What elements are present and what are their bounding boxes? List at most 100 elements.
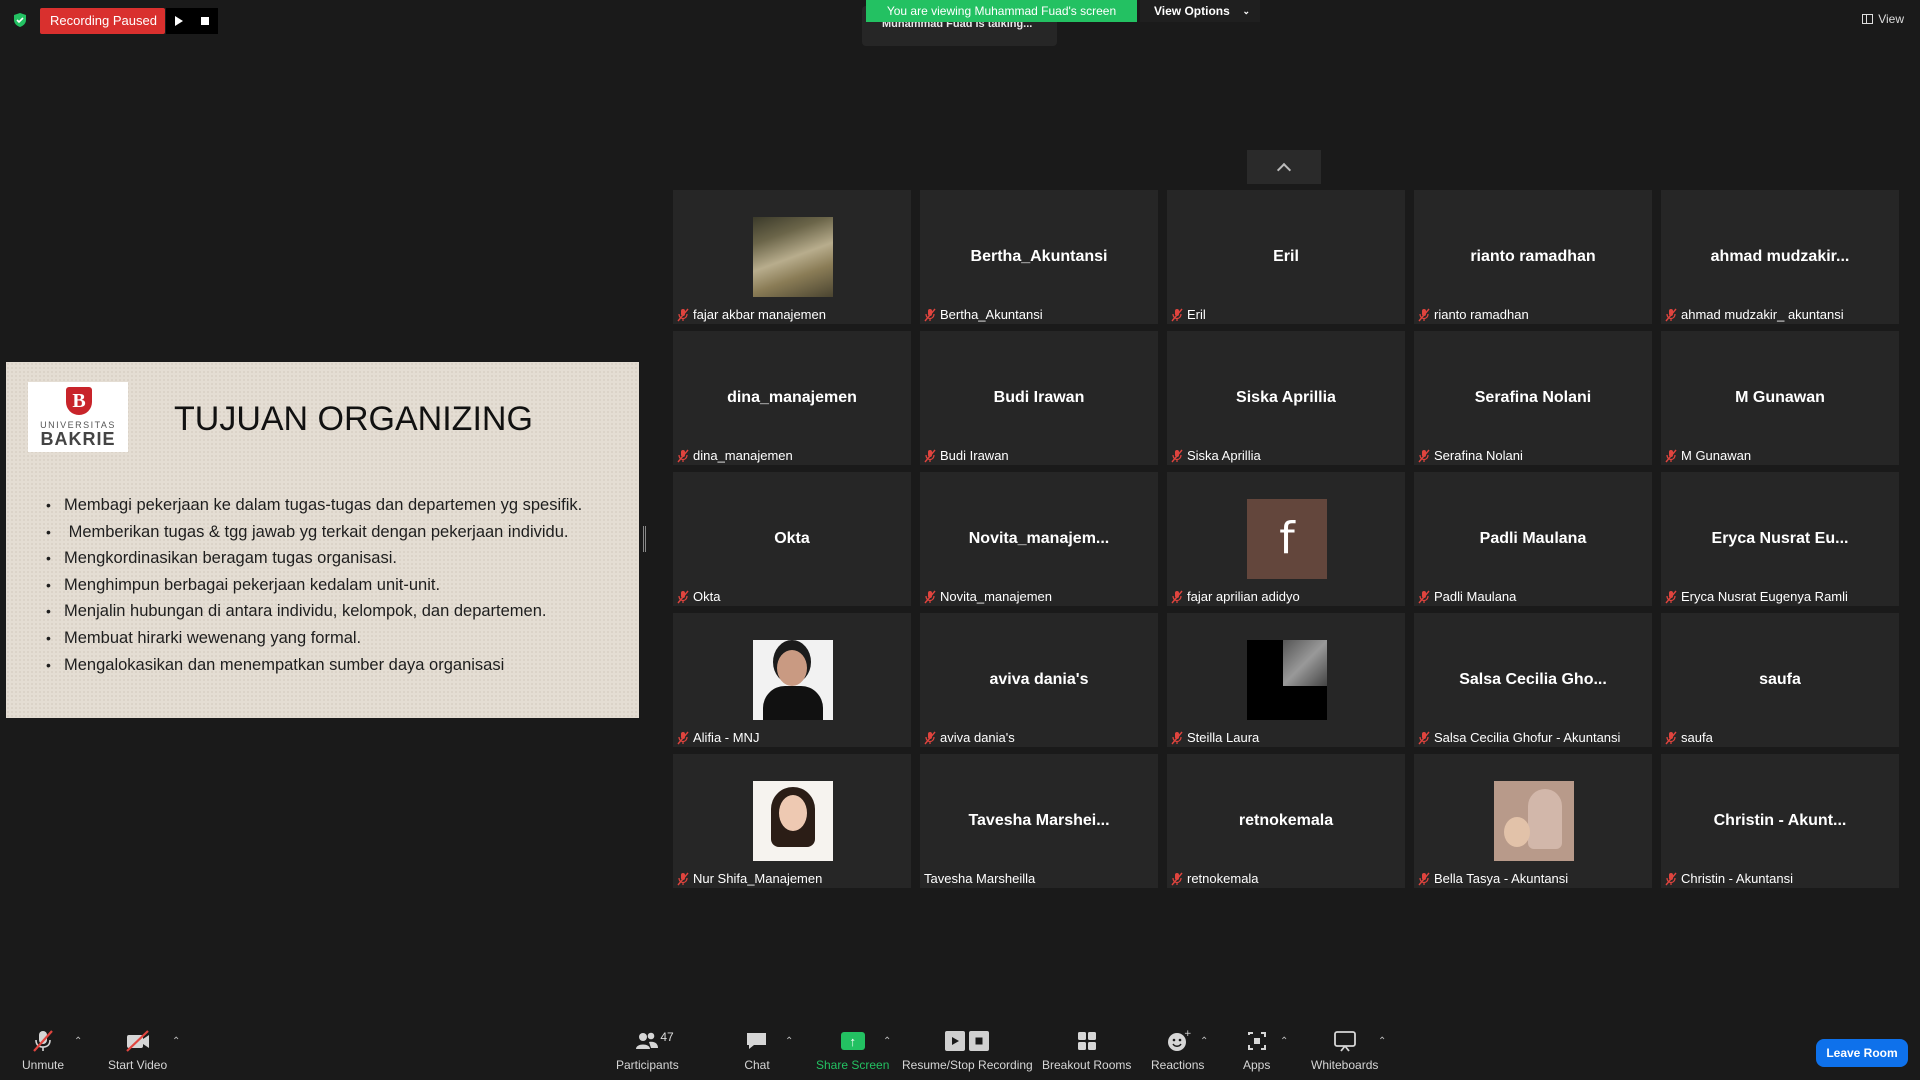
participant-tile[interactable]: dina_manajemen dina_manajemen [673, 331, 911, 465]
participant-tile[interactable]: ahmad mudzakir... ahmad mudzakir_ akuntan… [1661, 190, 1899, 324]
participant-name-label: Nur Shifa_Manajemen [677, 871, 822, 886]
muted-mic-icon [677, 731, 689, 744]
participant-label-text: Novita_manajemen [940, 589, 1053, 604]
muted-mic-icon [1171, 590, 1183, 603]
participant-label-text: Budi Irawan [940, 448, 1009, 463]
whiteboards-button[interactable]: Whiteboards [1311, 1028, 1378, 1072]
leave-room-button[interactable]: Leave Room [1816, 1039, 1908, 1067]
participant-name-label: Bella Tasya - Akuntansi [1418, 871, 1568, 886]
chat-button[interactable]: Chat [744, 1028, 770, 1072]
participant-label-text: Serafina Nolani [1434, 448, 1523, 463]
audio-options-caret-icon[interactable]: ⌃ [74, 1036, 82, 1047]
participant-tile[interactable]: aviva dania's aviva dania's [920, 613, 1158, 747]
participant-name-label: Eryca Nusrat Eugenya Ramli [1665, 589, 1848, 604]
participant-tile[interactable]: Padli Maulana Padli Maulana [1414, 472, 1652, 606]
share-screen-label: Share Screen [816, 1058, 890, 1072]
participant-tile[interactable]: retnokemala retnokemala [1167, 754, 1405, 888]
gallery-scroll-up-button[interactable] [1247, 150, 1321, 184]
participant-display-name: ahmad mudzakir... [1710, 248, 1850, 265]
meeting-toolbar: Unmute ⌃ Start Video ⌃ 47 Participants C… [0, 1020, 1920, 1080]
participant-tile[interactable]: M Gunawan M Gunawan [1661, 331, 1899, 465]
security-shield-icon[interactable] [12, 12, 28, 28]
participant-avatar [1494, 781, 1574, 861]
muted-mic-icon [924, 731, 936, 744]
participant-label-text: M Gunawan [1681, 448, 1752, 463]
whiteboard-icon [1332, 1028, 1358, 1054]
apps-button[interactable]: Apps [1243, 1028, 1270, 1072]
bullet-dot-icon: • [46, 603, 51, 620]
participant-name-label: Serafina Nolani [1418, 448, 1523, 463]
participant-tile[interactable]: Bella Tasya - Akuntansi [1414, 754, 1652, 888]
participant-display-name: Eryca Nusrat Eu... [1711, 530, 1849, 547]
start-video-label: Start Video [108, 1058, 168, 1072]
participant-label-text: Tavesha Marsheilla [924, 871, 1036, 886]
participant-label-text: Siska Aprillia [1187, 448, 1261, 463]
participant-tile[interactable]: saufa saufa [1661, 613, 1899, 747]
participant-name-label: ahmad mudzakir_ akuntansi [1665, 307, 1844, 322]
participants-button[interactable]: 47 Participants [616, 1028, 679, 1072]
participant-display-name: Serafina Nolani [1474, 389, 1592, 406]
unmute-button[interactable]: Unmute [22, 1028, 64, 1072]
reactions-button[interactable]: + Reactions [1151, 1028, 1204, 1072]
participant-name-label: fajar akbar manajemen [677, 307, 826, 322]
participant-tile[interactable]: Serafina Nolani Serafina Nolani [1414, 331, 1652, 465]
participant-name-label: Bertha_Akuntansi [924, 307, 1043, 322]
participant-display-name: Siska Aprillia [1236, 389, 1336, 406]
participant-tile[interactable]: fajar akbar manajemen [673, 190, 911, 324]
muted-mic-icon [1171, 872, 1183, 885]
participant-tile[interactable]: Bertha_Akuntansi Bertha_Akuntansi [920, 190, 1158, 324]
participants-label: Participants [616, 1058, 679, 1072]
muted-mic-icon [924, 449, 936, 462]
participant-tile[interactable]: Christin - Akunt... Christin - Akuntansi [1661, 754, 1899, 888]
whiteboards-options-caret-icon[interactable]: ⌃ [1378, 1036, 1386, 1047]
shared-screen-slide: B UNIVERSITAS BAKRIE TUJUAN ORGANIZING •… [6, 362, 639, 718]
video-off-icon [124, 1028, 152, 1054]
bullet-dot-icon: • [46, 629, 51, 646]
chat-options-caret-icon[interactable]: ⌃ [785, 1036, 793, 1047]
participant-tile[interactable]: Siska Aprillia Siska Aprillia [1167, 331, 1405, 465]
recording-status-badge: Recording Paused [40, 8, 165, 34]
resume-stop-recording-button[interactable]: Resume/Stop Recording [902, 1028, 1033, 1072]
share-options-caret-icon[interactable]: ⌃ [883, 1036, 891, 1047]
participant-display-name: Budi Irawan [993, 389, 1085, 406]
apps-options-caret-icon[interactable]: ⌃ [1280, 1036, 1288, 1047]
participant-tile[interactable]: Salsa Cecilia Gho... Salsa Cecilia Ghofur… [1414, 613, 1652, 747]
participant-name-label: Padli Maulana [1418, 589, 1516, 604]
slide-bullet: • Memberikan tugas & tgg jawab yg terkai… [46, 519, 582, 546]
view-options-button[interactable]: View Options ⌄ [1140, 0, 1260, 22]
reactions-options-caret-icon[interactable]: ⌃ [1200, 1036, 1208, 1047]
participant-label-text: Alifia - MNJ [693, 730, 760, 745]
participant-label-text: retnokemala [1187, 871, 1259, 886]
participant-tile[interactable]: rianto ramadhan rianto ramadhan [1414, 190, 1652, 324]
muted-mic-icon [677, 590, 689, 603]
participant-tile[interactable]: f fajar aprilian adidyo [1167, 472, 1405, 606]
participant-tile[interactable]: Eryca Nusrat Eu... Eryca Nusrat Eugenya R… [1661, 472, 1899, 606]
participant-tile[interactable]: Okta Okta [673, 472, 911, 606]
participant-tile[interactable]: Novita_manajem... Novita_manajemen [920, 472, 1158, 606]
start-video-button[interactable]: Start Video [108, 1028, 167, 1072]
share-screen-icon: ↑ [840, 1028, 865, 1054]
share-screen-button[interactable]: ↑ Share Screen [816, 1028, 889, 1072]
apps-label: Apps [1243, 1058, 1271, 1072]
muted-mic-icon [677, 308, 689, 321]
view-layout-button[interactable]: View [1862, 12, 1904, 26]
participant-tile[interactable]: Steilla Laura [1167, 613, 1405, 747]
university-logo: B UNIVERSITAS BAKRIE [28, 382, 128, 452]
participant-tile[interactable]: Nur Shifa_Manajemen [673, 754, 911, 888]
participant-label-text: aviva dania's [940, 730, 1015, 745]
video-options-caret-icon[interactable]: ⌃ [172, 1036, 180, 1047]
participant-tile[interactable]: Budi Irawan Budi Irawan [920, 331, 1158, 465]
participant-name-label: Steilla Laura [1171, 730, 1259, 745]
split-view-resize-handle[interactable] [643, 526, 646, 552]
participant-name-label: Siska Aprillia [1171, 448, 1261, 463]
breakout-rooms-button[interactable]: Breakout Rooms [1042, 1028, 1131, 1072]
participant-label-text: dina_manajemen [693, 448, 793, 463]
participant-tile[interactable]: Tavesha Marshei... Tavesha Marsheilla [920, 754, 1158, 888]
svg-text:+: + [1184, 1029, 1191, 1039]
slide-bullet-text: Mengkordinasikan beragam tugas organisas… [64, 549, 397, 568]
participant-name-label: rianto ramadhan [1418, 307, 1529, 322]
participant-tile[interactable]: Eril Eril [1167, 190, 1405, 324]
resume-recording-button[interactable] [166, 8, 192, 34]
participant-tile[interactable]: Alifia - MNJ [673, 613, 911, 747]
stop-recording-button[interactable] [192, 8, 218, 34]
